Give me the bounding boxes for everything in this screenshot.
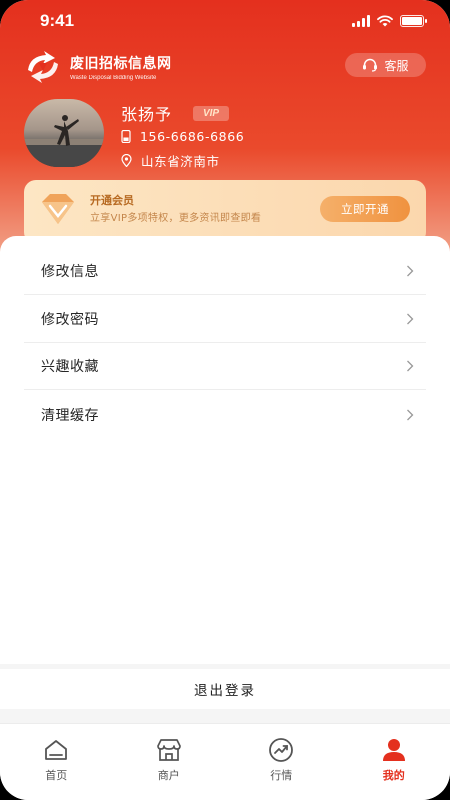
chevron-right-icon (407, 313, 414, 325)
customer-service-button[interactable]: 客服 (345, 53, 426, 77)
status-bar: 9:41 (0, 0, 450, 42)
vip-badge: VIP (193, 106, 229, 121)
customer-service-label: 客服 (384, 58, 409, 73)
tab-merchant[interactable]: 商户 (113, 724, 226, 800)
menu-item-change-password[interactable]: 修改密码 (24, 296, 426, 343)
logout-button[interactable]: 退出登录 (0, 669, 450, 709)
vip-card-subtitle: 立享VIP多项特权，更多资讯即查即看 (90, 213, 262, 224)
menu-item-label: 修改信息 (41, 264, 99, 280)
phone-icon (121, 130, 131, 143)
brand-subtitle: Waste Disposal Bidding Website (70, 75, 157, 81)
avatar-photo (24, 115, 104, 167)
status-time: 9:41 (40, 11, 75, 30)
vip-diamond-icon (42, 194, 74, 224)
headset-icon (363, 58, 378, 72)
battery-icon (400, 15, 427, 27)
phone-row: 156-6686-6866 (121, 129, 244, 144)
tab-label: 行情 (270, 769, 293, 782)
menu-item-edit-info[interactable]: 修改信息 (24, 248, 426, 295)
menu-item-label: 修改密码 (41, 312, 99, 328)
tab-mine[interactable]: 我的 (338, 724, 450, 800)
user-icon (382, 739, 405, 761)
phone-number: 156-6686-6866 (140, 129, 245, 144)
store-icon (156, 739, 181, 761)
location-text: 山东省济南市 (141, 154, 220, 169)
tab-market[interactable]: 行情 (225, 724, 338, 800)
location-row: 山东省济南市 (121, 151, 220, 170)
menu-item-label: 清理缓存 (41, 407, 99, 424)
avatar[interactable] (24, 99, 104, 167)
activate-vip-button[interactable]: 立即开通 (320, 196, 410, 222)
home-icon (45, 740, 68, 760)
app-screen: 9:41 废旧招标信息网 Waste Disposal Bidding Webs… (0, 0, 450, 800)
menu-item-clear-cache[interactable]: 清理缓存 (24, 391, 426, 438)
bottom-tab-bar: 首页 商户 行情 我的 (0, 723, 450, 800)
tab-label: 首页 (45, 769, 68, 782)
brand-name: 废旧招标信息网 (70, 56, 172, 72)
wifi-icon (377, 15, 393, 27)
chevron-right-icon (407, 360, 414, 372)
brand-logo-icon (28, 51, 58, 83)
vip-promo-card[interactable]: 开通会员 立享VIP多项特权，更多资讯即查即看 立即开通 (24, 180, 426, 244)
brand-logo-group: 废旧招标信息网 Waste Disposal Bidding Website (24, 50, 172, 84)
user-name: 张扬予 (121, 105, 173, 124)
menu-item-label: 兴趣收藏 (41, 359, 99, 375)
chevron-right-icon (407, 265, 414, 277)
chevron-right-icon (407, 409, 414, 420)
menu-item-favorites[interactable]: 兴趣收藏 (24, 343, 426, 390)
settings-menu: 修改信息 修改密码 兴趣收藏 清理缓存 (0, 236, 450, 664)
location-pin-icon (121, 154, 132, 167)
trend-icon (269, 738, 294, 762)
tab-label: 商户 (157, 769, 180, 782)
tab-home[interactable]: 首页 (0, 724, 113, 800)
status-icons (352, 15, 427, 27)
vip-card-title: 开通会员 (90, 194, 134, 207)
cellular-signal-icon (352, 15, 370, 27)
tab-label: 我的 (382, 769, 405, 782)
